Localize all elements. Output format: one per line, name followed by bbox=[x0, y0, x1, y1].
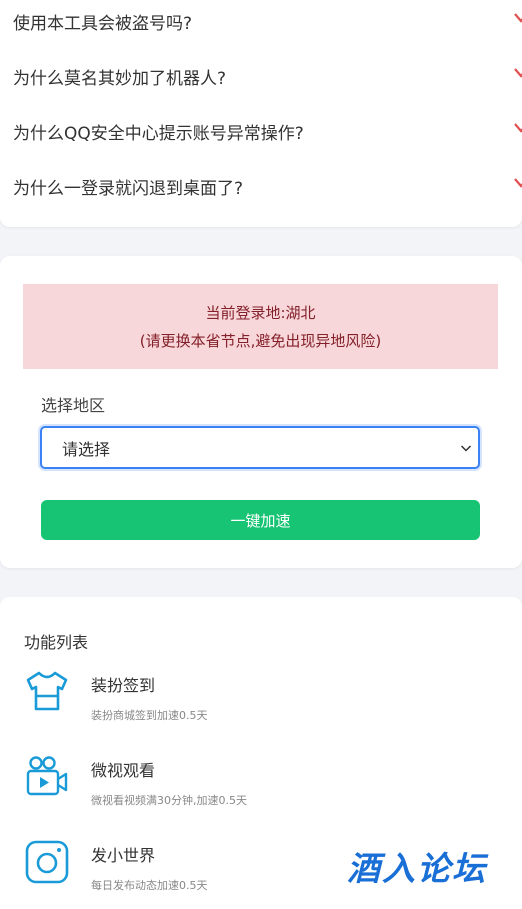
chevron-down-icon bbox=[514, 13, 522, 23]
camera-icon bbox=[25, 840, 69, 884]
forum-watermark-logo: 酒入论坛 bbox=[347, 849, 489, 886]
feature-desc: 微视看视频满30分钟,加速0.5天 bbox=[91, 794, 247, 807]
chevron-down-icon bbox=[514, 123, 522, 133]
faq-question: 为什么莫名其妙加了机器人? bbox=[13, 68, 227, 89]
feature-list-title: 功能列表 bbox=[24, 633, 89, 652]
chevron-down-icon bbox=[460, 445, 472, 452]
chevron-down-icon bbox=[514, 178, 522, 188]
feature-desc: 装扮商城签到加速0.5天 bbox=[91, 709, 208, 722]
alert-location-text: 当前登录地:湖北 bbox=[205, 304, 316, 322]
svg-text:酒入论坛: 酒入论坛 bbox=[347, 849, 489, 886]
region-select-value: 请选择 bbox=[62, 439, 111, 459]
video-camera-icon bbox=[26, 756, 68, 796]
feature-item-dress-checkin[interactable]: 装扮签到 装扮商城签到加速0.5天 bbox=[24, 669, 504, 735]
faq-item[interactable]: 为什么莫名其妙加了机器人? bbox=[13, 61, 522, 91]
feature-name: 装扮签到 bbox=[91, 676, 156, 695]
alert-warning-text: (请更换本省节点,避免出现异地风险) bbox=[139, 332, 382, 350]
faq-item[interactable]: 使用本工具会被盗号吗? bbox=[13, 6, 522, 36]
speedup-button[interactable]: 一键加速 bbox=[41, 500, 480, 540]
feature-name: 发小世界 bbox=[91, 846, 156, 865]
feature-item-weishi-watch[interactable]: 微视观看 微视看视频满30分钟,加速0.5天 bbox=[24, 754, 504, 820]
faq-item[interactable]: 为什么一登录就闪退到桌面了? bbox=[13, 171, 522, 201]
region-select[interactable]: 请选择 bbox=[40, 426, 480, 469]
region-label: 选择地区 bbox=[41, 396, 106, 415]
faq-question: 为什么QQ安全中心提示账号异常操作? bbox=[13, 123, 304, 144]
feature-desc: 每日发布动态加速0.5天 bbox=[91, 879, 208, 892]
chevron-down-icon bbox=[514, 68, 522, 78]
tshirt-icon bbox=[26, 671, 68, 711]
faq-item[interactable]: 为什么QQ安全中心提示账号异常操作? bbox=[13, 116, 522, 146]
feature-name: 微视观看 bbox=[91, 761, 156, 780]
faq-question: 使用本工具会被盗号吗? bbox=[13, 13, 193, 34]
speedup-card: 当前登录地:湖北 (请更换本省节点,避免出现异地风险) 选择地区 请选择 一键加… bbox=[0, 256, 522, 568]
faq-question: 为什么一登录就闪退到桌面了? bbox=[13, 178, 244, 199]
faq-card: 使用本工具会被盗号吗? 为什么莫名其妙加了机器人? 为什么QQ安全中心提示账号异… bbox=[0, 0, 522, 227]
location-alert: 当前登录地:湖北 (请更换本省节点,避免出现异地风险) bbox=[23, 284, 498, 369]
